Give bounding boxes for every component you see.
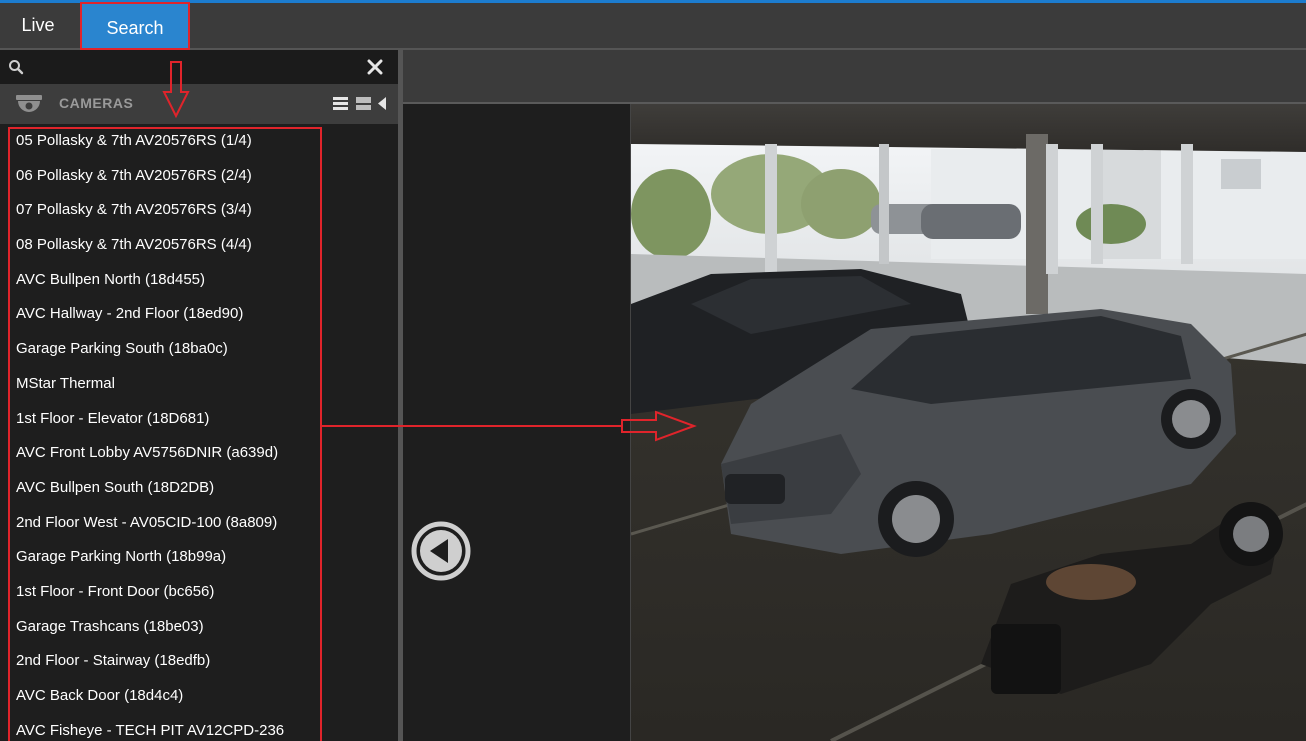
camera-list-item[interactable]: Garage Parking North (18b99a)	[0, 540, 398, 575]
camera-list: 05 Pollasky & 7th AV20576RS (1/4) 06 Poll…	[0, 124, 398, 741]
camera-list-item[interactable]: 05 Pollasky & 7th AV20576RS (1/4)	[0, 124, 398, 159]
camera-list-item[interactable]: Garage Trashcans (18be03)	[0, 610, 398, 645]
camera-list-item[interactable]: 08 Pollasky & 7th AV20576RS (4/4)	[0, 228, 398, 263]
list-view-icon[interactable]	[333, 96, 348, 111]
tab-search[interactable]: Search	[80, 2, 190, 50]
camera-list-item[interactable]: AVC Fisheye - TECH PIT AV12CPD-236	[0, 714, 398, 741]
search-input[interactable]	[28, 54, 352, 82]
camera-list-item[interactable]: MStar Thermal	[0, 367, 398, 402]
camera-list-item[interactable]: Garage Parking South (18ba0c)	[0, 332, 398, 367]
cameras-title: CAMERAS	[59, 95, 134, 111]
main-toolbar	[403, 50, 1306, 104]
camera-list-item[interactable]: 1st Floor - Front Door (bc656)	[0, 575, 398, 610]
camera-list-item[interactable]: 2nd Floor - Stairway (18edfb)	[0, 644, 398, 679]
camera-list-item[interactable]: AVC Front Lobby AV5756DNIR (a639d)	[0, 436, 398, 471]
previous-circle-icon[interactable]	[410, 520, 472, 582]
camera-video-feed[interactable]	[630, 104, 1306, 741]
chevron-left-icon[interactable]	[377, 96, 387, 111]
camera-list-item[interactable]: AVC Bullpen South (18D2DB)	[0, 471, 398, 506]
camera-list-item[interactable]: AVC Back Door (18d4c4)	[0, 679, 398, 714]
camera-sidebar: CAMERAS 05 Pollasky & 7th AV20576RS (1/4…	[0, 50, 398, 741]
dome-camera-icon	[16, 95, 42, 112]
close-icon[interactable]	[364, 56, 386, 78]
grid-view-icon[interactable]	[356, 96, 371, 111]
app-window: Live Search CAMERAS 05 Pollasky & 7th AV…	[0, 0, 1306, 741]
camera-list-item[interactable]: AVC Hallway - 2nd Floor (18ed90)	[0, 297, 398, 332]
search-icon	[9, 60, 24, 75]
tab-live[interactable]: Live	[0, 3, 76, 48]
camera-list-item[interactable]: 07 Pollasky & 7th AV20576RS (3/4)	[0, 193, 398, 228]
cameras-header: CAMERAS	[0, 84, 398, 124]
tab-bar: Live Search	[0, 2, 1306, 50]
camera-list-item[interactable]: 06 Pollasky & 7th AV20576RS (2/4)	[0, 159, 398, 194]
camera-list-item[interactable]: AVC Bullpen North (18d455)	[0, 263, 398, 298]
camera-list-item[interactable]: 2nd Floor West - AV05CID-100 (8a809)	[0, 506, 398, 541]
search-bar	[0, 50, 398, 84]
camera-list-item[interactable]: 1st Floor - Elevator (18D681)	[0, 402, 398, 437]
main-view	[403, 50, 1306, 741]
